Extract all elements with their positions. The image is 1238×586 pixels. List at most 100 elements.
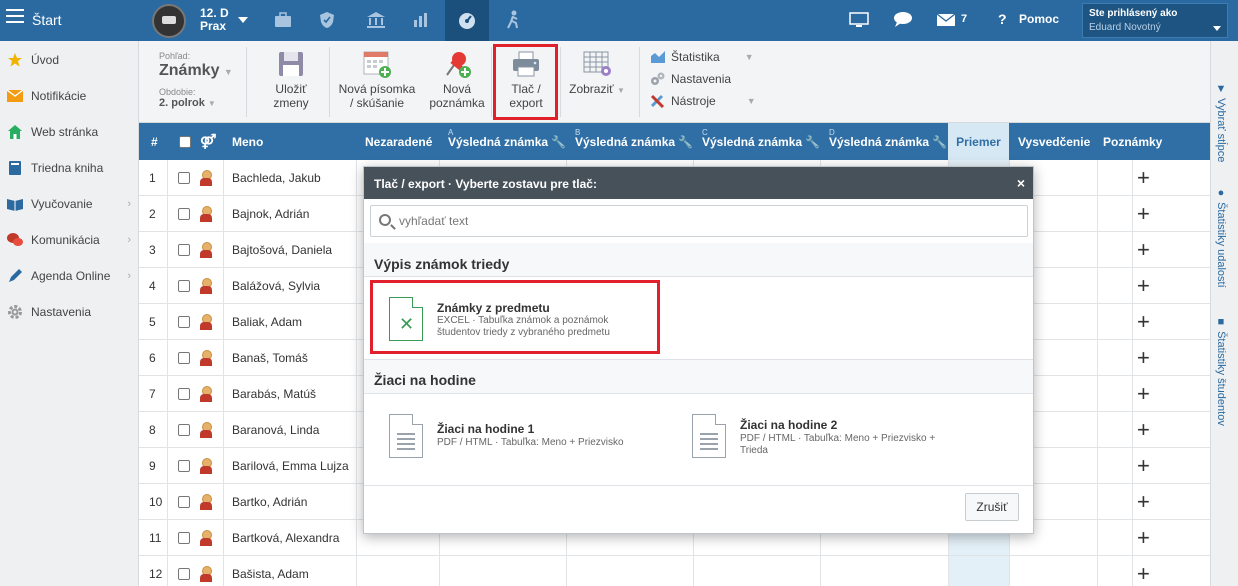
- search-box[interactable]: [370, 205, 1028, 237]
- close-icon[interactable]: ×: [1017, 175, 1025, 191]
- header-final-a[interactable]: A Výsledná známka 🔧: [448, 123, 566, 160]
- start-link[interactable]: Štart: [32, 12, 62, 28]
- new-test-button[interactable]: Nová písomka / skúšanie: [335, 49, 419, 110]
- add-note-icon[interactable]: +: [1137, 232, 1150, 268]
- row-checkbox-cell[interactable]: [178, 448, 190, 484]
- header-select-all[interactable]: [179, 123, 191, 160]
- student-name[interactable]: Baranová, Linda: [232, 412, 319, 448]
- help-link[interactable]: Pomoc: [1019, 12, 1059, 26]
- add-note-icon[interactable]: +: [1137, 268, 1150, 304]
- header-report-card[interactable]: Vysvedčenie: [1018, 123, 1090, 160]
- header-average[interactable]: Priemer: [948, 123, 1009, 160]
- wrench-icon[interactable]: 🔧: [678, 135, 693, 149]
- row-checkbox[interactable]: [178, 388, 190, 400]
- choose-columns-tab[interactable]: ▼ Vybrať stĺpce: [1215, 83, 1227, 162]
- new-note-button[interactable]: Nová poznámka: [427, 49, 487, 110]
- wrench-icon[interactable]: 🔧: [805, 135, 820, 149]
- student-name[interactable]: Banaš, Tomáš: [232, 340, 308, 376]
- header-unassigned[interactable]: Nezaradené: [365, 123, 432, 160]
- help-icon[interactable]: ?: [998, 11, 1007, 27]
- header-name[interactable]: Meno: [232, 123, 263, 160]
- settings-menu[interactable]: Nastavenia: [650, 72, 731, 86]
- row-checkbox-cell[interactable]: [178, 556, 190, 586]
- student-name[interactable]: Bartko, Adrián: [232, 484, 307, 520]
- sidebar-item-class-book[interactable]: Triedna kniha: [0, 150, 139, 186]
- statistics-menu[interactable]: Štatistika ▼: [650, 50, 754, 64]
- hiker-icon[interactable]: [500, 8, 526, 32]
- row-checkbox[interactable]: [178, 316, 190, 328]
- row-checkbox[interactable]: [178, 172, 190, 184]
- report-students-2[interactable]: Žiaci na hodine 2 PDF / HTML · Tabuľka: …: [692, 394, 1024, 484]
- sidebar-item-home[interactable]: Úvod: [0, 42, 139, 78]
- student-name[interactable]: Baliak, Adam: [232, 304, 302, 340]
- row-checkbox[interactable]: [178, 244, 190, 256]
- add-note-icon[interactable]: +: [1137, 520, 1150, 556]
- sidebar-item-teaching[interactable]: Vyučovanie ›: [0, 186, 139, 222]
- tools-menu[interactable]: Nástroje ▼: [650, 94, 756, 109]
- row-checkbox-cell[interactable]: [178, 160, 190, 196]
- save-button[interactable]: Uložiť zmeny: [270, 49, 312, 110]
- wrench-icon[interactable]: 🔧: [551, 135, 566, 149]
- row-checkbox-cell[interactable]: [178, 376, 190, 412]
- add-note-icon[interactable]: +: [1137, 556, 1150, 586]
- wrench-icon[interactable]: 🔧: [932, 135, 947, 149]
- period-value[interactable]: 2. polrok ▼: [159, 97, 233, 109]
- event-stats-tab[interactable]: ● Štatistiky udalostí: [1215, 187, 1227, 288]
- student-name[interactable]: Bartková, Alexandra: [232, 520, 339, 556]
- row-checkbox[interactable]: [178, 568, 190, 580]
- bank-icon[interactable]: [363, 8, 389, 32]
- class-selector[interactable]: 12. D Prax: [152, 3, 262, 38]
- hamburger-menu-icon[interactable]: [6, 9, 24, 25]
- add-note-icon[interactable]: +: [1137, 484, 1150, 520]
- briefcase-icon[interactable]: [270, 8, 296, 32]
- sidebar-item-communication[interactable]: Komunikácia ›: [0, 222, 139, 258]
- student-stats-tab[interactable]: ■ Štatistiky študentov: [1215, 316, 1227, 426]
- student-name[interactable]: Bajnok, Adrián: [232, 196, 309, 232]
- report-students-1[interactable]: Žiaci na hodine 1 PDF / HTML · Tabuľka: …: [364, 394, 694, 484]
- cancel-button[interactable]: Zrušiť: [965, 493, 1019, 521]
- add-note-icon[interactable]: +: [1137, 412, 1150, 448]
- select-all-checkbox[interactable]: [179, 135, 191, 148]
- row-checkbox-cell[interactable]: [178, 232, 190, 268]
- search-input[interactable]: [399, 212, 999, 230]
- student-name[interactable]: Bajtošová, Daniela: [232, 232, 332, 268]
- bar-chart-icon[interactable]: [408, 8, 434, 32]
- table-row[interactable]: 12 Bašista, Adam +: [139, 556, 1210, 586]
- monitor-icon[interactable]: [846, 8, 872, 32]
- student-name[interactable]: Bašista, Adam: [232, 556, 309, 586]
- sidebar-item-website[interactable]: Web stránka: [0, 114, 139, 150]
- gauge-icon[interactable]: [445, 0, 489, 41]
- row-checkbox[interactable]: [178, 208, 190, 220]
- row-checkbox[interactable]: [178, 352, 190, 364]
- add-note-icon[interactable]: +: [1137, 340, 1150, 376]
- view-selector[interactable]: Pohľad: Známky ▼ Obdobie: 2. polrok ▼: [159, 51, 233, 109]
- student-name[interactable]: Barilová, Emma Lujza: [232, 448, 349, 484]
- student-name[interactable]: Bachleda, Jakub: [232, 160, 321, 196]
- row-checkbox-cell[interactable]: [178, 412, 190, 448]
- add-note-icon[interactable]: +: [1137, 448, 1150, 484]
- student-name[interactable]: Barabás, Matúš: [232, 376, 316, 412]
- header-final-b[interactable]: B Výsledná známka 🔧: [575, 123, 693, 160]
- row-checkbox-cell[interactable]: [178, 484, 190, 520]
- row-checkbox-cell[interactable]: [178, 268, 190, 304]
- sidebar-item-agenda-online[interactable]: Agenda Online ›: [0, 258, 139, 294]
- row-checkbox-cell[interactable]: [178, 196, 190, 232]
- sidebar-item-settings[interactable]: Nastavenia: [0, 294, 139, 330]
- row-checkbox[interactable]: [178, 496, 190, 508]
- row-checkbox[interactable]: [178, 280, 190, 292]
- add-note-icon[interactable]: +: [1137, 160, 1150, 196]
- row-checkbox[interactable]: [178, 532, 190, 544]
- row-checkbox[interactable]: [178, 424, 190, 436]
- row-checkbox-cell[interactable]: [178, 520, 190, 556]
- header-final-d[interactable]: D Výsledná známka 🔧: [829, 123, 947, 160]
- user-menu[interactable]: Ste prihlásený ako Eduard Novotný: [1082, 3, 1228, 38]
- header-notes[interactable]: Poznámky: [1103, 123, 1162, 160]
- add-note-icon[interactable]: +: [1137, 304, 1150, 340]
- display-button[interactable]: Zobraziť ▼: [566, 49, 628, 98]
- shield-icon[interactable]: [314, 8, 340, 32]
- row-checkbox-cell[interactable]: [178, 304, 190, 340]
- add-note-icon[interactable]: +: [1137, 376, 1150, 412]
- add-note-icon[interactable]: +: [1137, 196, 1150, 232]
- chat-icon[interactable]: [889, 8, 915, 32]
- student-name[interactable]: Balážová, Sylvia: [232, 268, 320, 304]
